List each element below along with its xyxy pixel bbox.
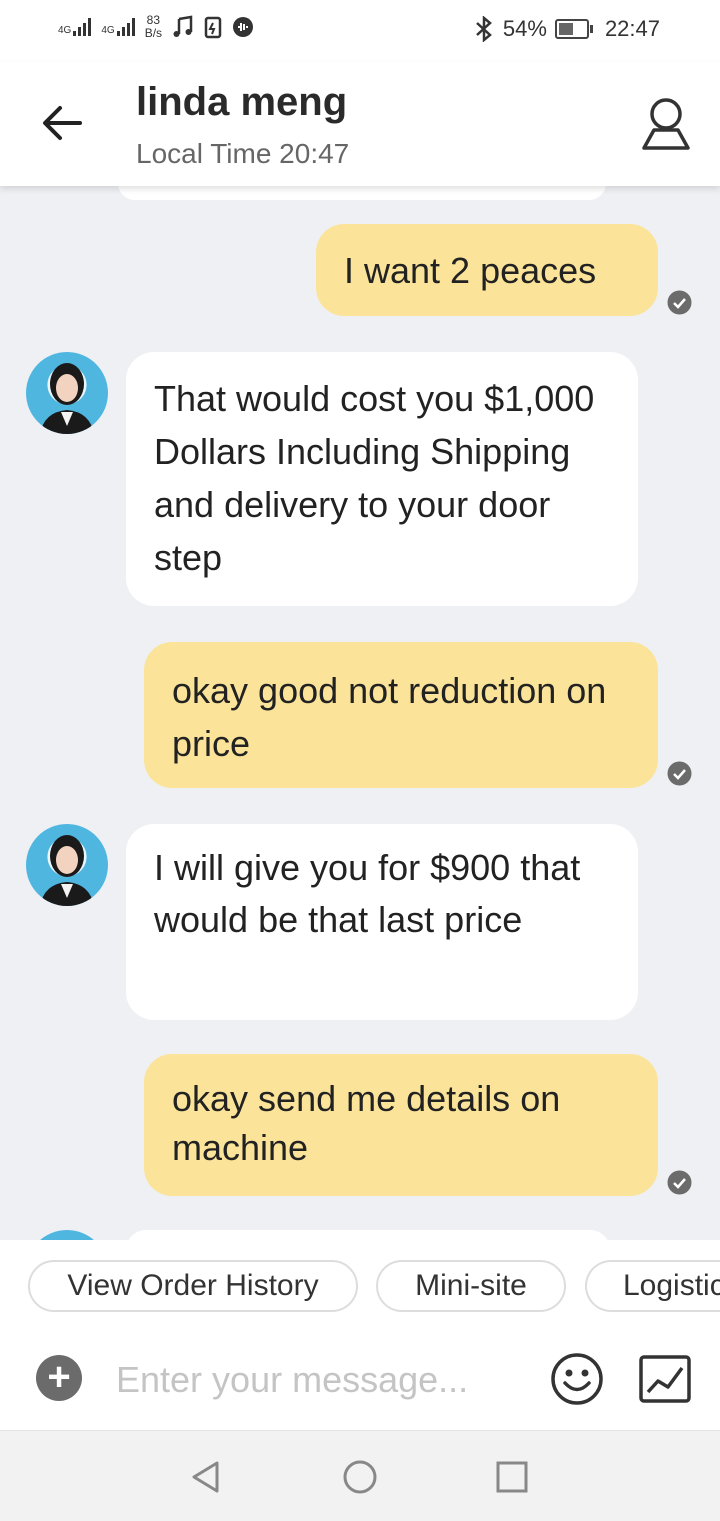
back-arrow-icon[interactable]	[40, 100, 86, 146]
message-text: I will give you for $900 that would be t…	[154, 847, 581, 940]
image-icon[interactable]	[638, 1354, 692, 1404]
avatar[interactable]	[26, 824, 108, 906]
chip-label: View Order History	[67, 1269, 319, 1302]
read-check-icon	[667, 761, 692, 786]
chat-area[interactable]: I want 2 peaces That would cost you $1,0…	[0, 186, 720, 1240]
local-time: Local Time 20:47	[136, 138, 350, 169]
system-navigation-bar	[0, 1430, 720, 1521]
chip-label: Logistic	[623, 1269, 720, 1302]
profile-icon[interactable]	[640, 96, 692, 152]
status-time: 22:47	[604, 16, 660, 41]
read-check-icon	[667, 1170, 692, 1195]
sent-message[interactable]: okay send me details on machine	[144, 1054, 658, 1196]
battery-saver-icon	[204, 16, 222, 39]
battery-percent: 54%	[502, 16, 547, 41]
logistics-button[interactable]: Logistic	[585, 1260, 720, 1312]
message-text: okay send me details on machine	[172, 1078, 561, 1168]
quick-actions-bar: View Order History Mini-site Logistic	[0, 1240, 720, 1330]
sent-message[interactable]: okay good not reduction on price	[144, 642, 658, 788]
next-message-bubble	[126, 1230, 610, 1240]
message-text: I want 2 peaces	[344, 250, 597, 291]
read-check-icon	[667, 290, 692, 315]
avatar[interactable]	[26, 352, 108, 434]
contact-name: linda meng	[136, 80, 348, 124]
message-input[interactable]	[116, 1352, 516, 1408]
network-speed: 83 B/s	[145, 14, 162, 40]
network-type-2: 4G	[101, 25, 115, 36]
received-message[interactable]: I will give you for $900 that would be t…	[126, 824, 638, 1020]
message-text: That would cost you $1,000 Dollars Inclu…	[154, 378, 595, 578]
previous-message-bubble	[118, 186, 606, 200]
plus-icon[interactable]: +	[36, 1355, 82, 1401]
message-input-bar: +	[0, 1330, 720, 1430]
mini-site-button[interactable]: Mini-site	[376, 1260, 566, 1312]
received-message[interactable]: That would cost you $1,000 Dollars Inclu…	[126, 352, 638, 606]
status-bar: 4G 4G 83 B/s 54% 22:47	[0, 0, 720, 62]
avatar[interactable]	[26, 1230, 108, 1240]
network-type-1: 4G	[58, 25, 72, 36]
music-icon	[173, 15, 193, 37]
network-speed-unit: B/s	[144, 26, 163, 40]
nav-back-icon[interactable]	[188, 1459, 224, 1495]
status-left: 4G 4G 83 B/s	[58, 14, 254, 40]
signal-1-icon: 4G	[58, 18, 92, 36]
sound-wave-icon	[233, 17, 254, 37]
battery-icon	[554, 19, 593, 39]
message-text: okay good not reduction on price	[172, 670, 607, 764]
status-right: 54% 22:47	[473, 16, 660, 42]
chip-label: Mini-site	[415, 1269, 527, 1302]
nav-home-icon[interactable]	[342, 1459, 378, 1495]
emoji-icon[interactable]	[550, 1352, 604, 1406]
sent-message[interactable]: I want 2 peaces	[316, 224, 658, 316]
chat-header: linda meng Local Time 20:47	[0, 62, 720, 186]
view-order-history-button[interactable]: View Order History	[28, 1260, 358, 1312]
signal-2-icon: 4G	[101, 18, 135, 36]
avatar-photo-icon	[40, 363, 94, 434]
bluetooth-icon	[476, 16, 492, 42]
avatar-photo-icon	[40, 835, 94, 906]
nav-recents-icon[interactable]	[494, 1459, 530, 1495]
